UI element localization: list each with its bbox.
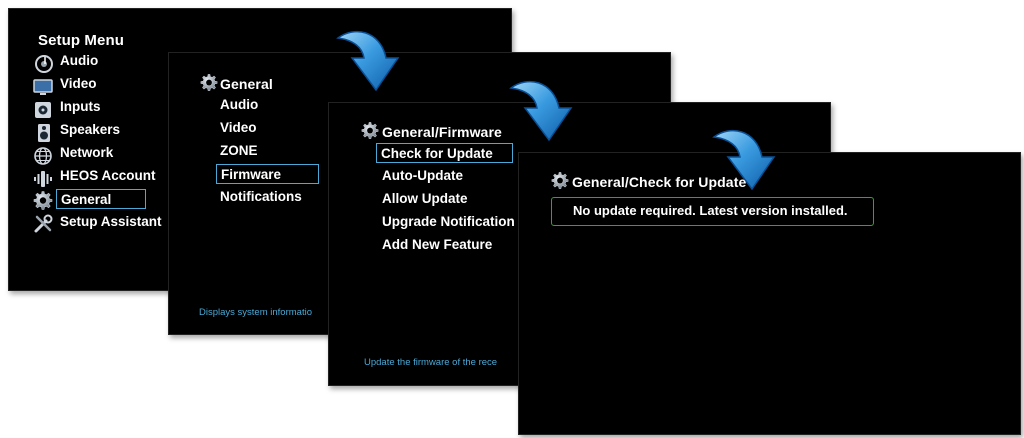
help-text: Displays system informatio	[199, 307, 312, 318]
firmware-item-upgrade-notification[interactable]: Upgrade Notification	[382, 212, 515, 232]
gear-icon	[200, 74, 218, 92]
heos-account-icon	[34, 171, 52, 187]
firmware-menu-title: General/Firmware	[382, 124, 502, 140]
setup-item-heos-account[interactable]: HEOS Account	[60, 166, 156, 186]
general-item-zone[interactable]: ZONE	[220, 141, 258, 161]
setup-item-setup-assistant[interactable]: Setup Assistant	[60, 212, 162, 232]
tools-icon	[34, 214, 53, 233]
video-icon	[33, 79, 53, 95]
firmware-item-allow-update[interactable]: Allow Update	[382, 189, 468, 209]
audio-icon	[35, 55, 53, 73]
speakers-icon	[38, 124, 50, 142]
help-text: Update the firmware of the rece	[364, 357, 498, 368]
arrow-down-right-icon	[510, 80, 572, 141]
firmware-item-auto-update[interactable]: Auto-Update	[382, 166, 463, 186]
setup-item-inputs[interactable]: Inputs	[60, 97, 101, 117]
gear-icon	[361, 122, 379, 140]
firmware-item-check-for-update[interactable]: Check for Update	[376, 143, 513, 163]
setup-item-speakers[interactable]: Speakers	[60, 120, 120, 140]
general-item-firmware[interactable]: Firmware	[216, 164, 319, 184]
network-icon	[34, 147, 52, 165]
update-status-message: No update required. Latest version insta…	[551, 197, 874, 226]
setup-item-general[interactable]: General	[56, 189, 146, 209]
setup-item-video[interactable]: Video	[60, 74, 97, 94]
setup-item-audio[interactable]: Audio	[60, 51, 98, 71]
general-item-video[interactable]: Video	[220, 118, 257, 138]
setup-menu-title: Setup Menu	[38, 32, 124, 49]
gear-icon	[551, 172, 569, 190]
arrow-down-right-icon	[337, 30, 399, 91]
inputs-icon	[35, 102, 51, 118]
setup-item-network[interactable]: Network	[60, 143, 113, 163]
general-item-notifications[interactable]: Notifications	[220, 187, 302, 207]
arrow-down-right-icon	[713, 129, 775, 190]
general-menu-title: General	[220, 76, 273, 92]
gear-icon	[33, 191, 53, 210]
check-update-screen: General/Check for Update No update requi…	[518, 152, 1021, 435]
firmware-item-add-new-feature[interactable]: Add New Feature	[382, 235, 492, 255]
general-item-audio[interactable]: Audio	[220, 95, 258, 115]
